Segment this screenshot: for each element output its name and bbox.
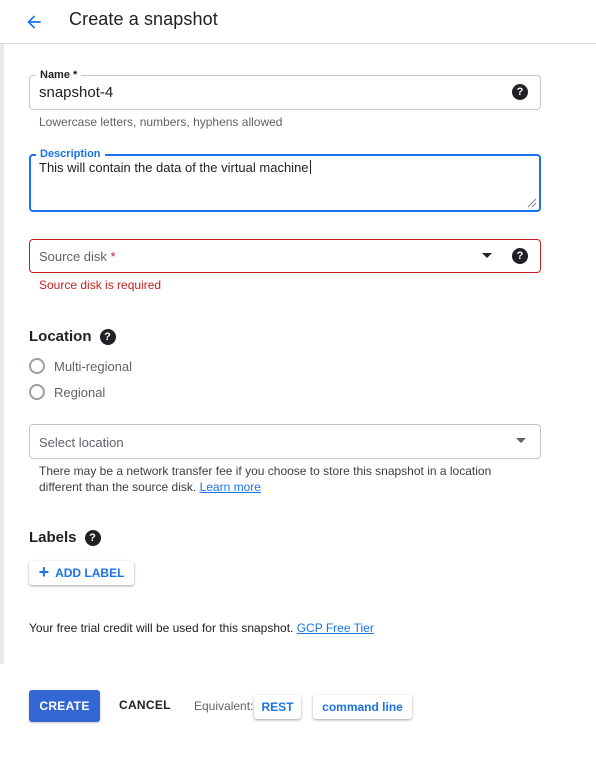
radio-label: Multi-regional: [54, 358, 133, 374]
source-disk-error: Source disk is required: [39, 278, 162, 292]
page-header: Create a snapshot: [0, 0, 596, 44]
create-button[interactable]: CREATE: [29, 690, 100, 722]
help-icon[interactable]: ?: [512, 248, 528, 264]
arrow-drop-down-icon[interactable]: [516, 438, 526, 444]
gcp-free-tier-link[interactable]: GCP Free Tier: [297, 621, 374, 635]
description-field[interactable]: Description This will contain the data o…: [29, 147, 541, 212]
plus-icon: +: [38, 562, 50, 582]
network-fee-note: There may be a network transfer fee if y…: [39, 464, 492, 494]
resize-grip-icon[interactable]: [525, 196, 537, 208]
rest-button[interactable]: REST: [254, 695, 301, 719]
name-input[interactable]: snapshot-4: [39, 84, 113, 101]
radio-multi-regional[interactable]: Multi-regional: [29, 358, 132, 374]
back-button[interactable]: [20, 8, 48, 36]
radio-button[interactable]: [29, 358, 45, 374]
description-text: This will contain the data of the virtua…: [39, 160, 309, 175]
labels-heading: Labels ?: [29, 529, 101, 546]
arrow-back-icon: [27, 15, 41, 29]
text-cursor: [309, 160, 311, 174]
description-label: Description: [36, 147, 105, 161]
required-mark: *: [110, 249, 116, 264]
help-icon[interactable]: ?: [84, 529, 101, 546]
add-label-button[interactable]: + ADD LABEL: [29, 561, 134, 585]
command-line-button[interactable]: command line: [313, 695, 412, 719]
radio-button[interactable]: [29, 384, 45, 400]
source-disk-label: Source disk *: [39, 249, 116, 264]
equivalent-label: Equivalent:: [194, 699, 254, 713]
free-trial-note: Your free trial credit will be used for …: [29, 621, 374, 635]
name-label: Name *: [36, 68, 82, 82]
name-field[interactable]: Name * snapshot-4 ?: [29, 68, 541, 110]
help-icon[interactable]: ?: [512, 84, 528, 100]
cancel-button[interactable]: CANCEL: [117, 698, 173, 712]
description-textarea[interactable]: This will contain the data of the virtua…: [39, 160, 311, 175]
location-select-placeholder: Select location: [39, 435, 124, 450]
arrow-drop-down-icon[interactable]: [482, 253, 492, 259]
page-title: Create a snapshot: [69, 9, 218, 29]
location-heading: Location ?: [29, 328, 116, 345]
radio-label: Regional: [54, 384, 106, 400]
left-edge-rule: [0, 44, 4, 664]
name-hint: Lowercase letters, numbers, hyphens allo…: [39, 115, 283, 129]
location-select[interactable]: Select location: [29, 424, 541, 459]
source-disk-select[interactable]: Source disk * ?: [29, 239, 541, 273]
radio-regional[interactable]: Regional: [29, 384, 105, 400]
help-icon[interactable]: ?: [99, 328, 116, 345]
learn-more-link[interactable]: Learn more: [200, 480, 261, 494]
